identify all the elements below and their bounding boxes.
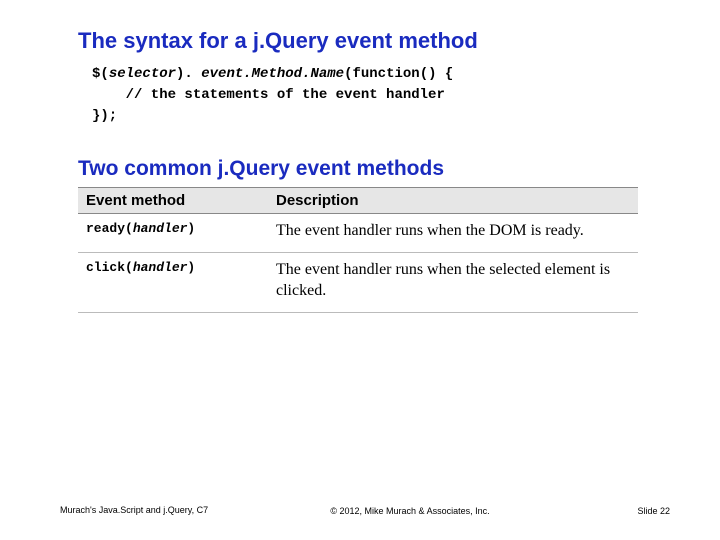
code-block: $(selector). event.Method.Name(function(… [78,64,660,127]
footer-center: © 2012, Mike Murach & Associates, Inc. [230,506,590,516]
table-row: ready(handler) The event handler runs wh… [78,214,638,253]
code-l1d: event.Method.Name [201,66,344,82]
methods-table: Event method Description ready(handler) … [78,187,638,313]
code-l2: // the statements of the event handler [92,87,445,103]
method-name: click( [86,260,133,275]
code-l1c: ). [176,66,201,82]
footer-left: Murach's Java.Script and j.Query, C7 [60,505,230,516]
code-l1e: (function() { [344,66,453,82]
table-header-row: Event method Description [78,188,638,214]
heading-syntax: The syntax for a j.Query event method [78,28,660,54]
method-name: ready( [86,221,133,236]
method-close: ) [187,221,195,236]
code-l1b: selector [109,66,176,82]
cell-description: The event handler runs when the DOM is r… [268,214,638,253]
code-l1a: $( [92,66,109,82]
cell-method: click(handler) [78,252,268,312]
method-arg: handler [133,260,188,275]
cell-method: ready(handler) [78,214,268,253]
th-event-method: Event method [78,188,268,214]
heading-common-methods: Two common j.Query event methods [78,157,660,181]
code-l3: }); [92,108,117,124]
cell-description: The event handler runs when the selected… [268,252,638,312]
footer: Murach's Java.Script and j.Query, C7 © 2… [60,505,670,516]
table-row: click(handler) The event handler runs wh… [78,252,638,312]
th-description: Description [268,188,638,214]
slide: The syntax for a j.Query event method $(… [0,0,720,540]
method-arg: handler [133,221,188,236]
footer-right: Slide 22 [590,506,670,516]
method-close: ) [187,260,195,275]
